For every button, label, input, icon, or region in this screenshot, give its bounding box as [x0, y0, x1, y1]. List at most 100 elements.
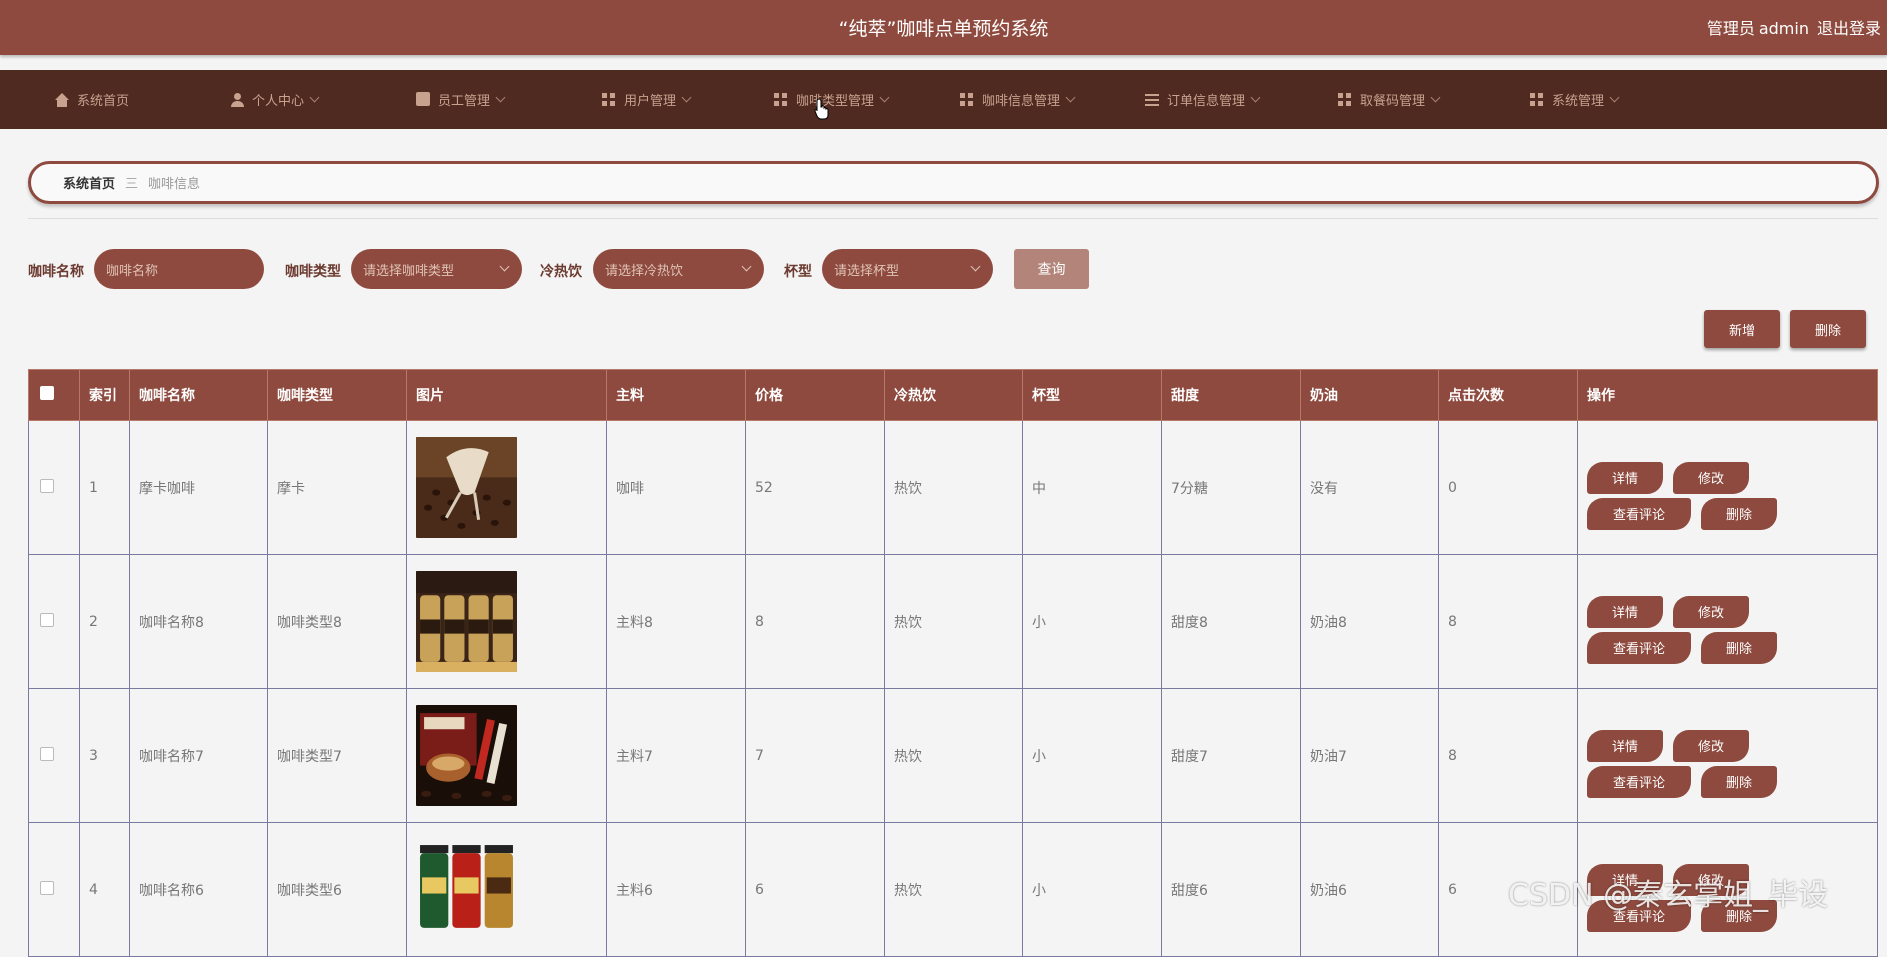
nav-item-coffee-info[interactable]: 咖啡信息管理	[960, 70, 1076, 129]
row-actions: 详情 修改 查看评论 删除	[1587, 448, 1876, 530]
column-header: 点击次数	[1438, 369, 1578, 421]
user-area: 管理员 admin 退出登录	[1699, 15, 1881, 39]
row-checkbox[interactable]	[40, 478, 54, 493]
chevron-down-icon	[1065, 92, 1076, 103]
query-button[interactable]: 查询	[1014, 249, 1089, 289]
edit-button[interactable]: 修改	[1673, 729, 1749, 762]
cup-filter-label: 杯型	[784, 264, 812, 280]
main-nav: 系统首页 个人中心 员工管理 用户管理 咖啡类型管理 咖啡信息管理 订单信息管理…	[0, 70, 1887, 129]
column-header: 图片	[406, 369, 607, 421]
nav-label: 咖啡类型管理	[796, 94, 875, 109]
breadcrumb-home[interactable]: 系统首页	[63, 173, 115, 192]
add-button[interactable]: 新增	[1704, 310, 1780, 348]
type-select-placeholder: 请选择咖啡类型	[363, 263, 455, 279]
cup-select[interactable]: 请选择杯型	[822, 249, 993, 289]
row-checkbox[interactable]	[40, 612, 54, 627]
chevron-down-icon	[879, 92, 890, 103]
cell-type: 咖啡类型8	[267, 554, 407, 689]
cell-ops: 详情 修改 查看评论 删除	[1577, 688, 1878, 823]
view-comments-button[interactable]: 查看评论	[1587, 631, 1691, 664]
home-icon	[55, 92, 69, 107]
cell-cup: 小	[1022, 822, 1162, 957]
nav-item-pickup-code[interactable]: 取餐码管理	[1338, 70, 1441, 129]
column-header: 价格	[745, 369, 885, 421]
column-header: 咖啡类型	[267, 369, 407, 421]
temp-select-placeholder: 请选择冷热饮	[605, 263, 684, 279]
cup-select-placeholder: 请选择杯型	[834, 263, 900, 279]
view-comments-button[interactable]: 查看评论	[1587, 497, 1691, 530]
cell-cream: 奶油8	[1300, 554, 1439, 689]
edit-button[interactable]: 修改	[1673, 461, 1749, 494]
row-checkbox[interactable]	[40, 880, 54, 895]
nav-item-system[interactable]: 系统管理	[1530, 70, 1620, 129]
nav-item-profile[interactable]: 个人中心	[230, 70, 320, 129]
column-header: 索引	[79, 369, 130, 421]
edit-button[interactable]: 修改	[1673, 595, 1749, 628]
type-filter-label: 咖啡类型	[285, 264, 341, 280]
detail-button[interactable]: 详情	[1587, 595, 1663, 628]
cell-temp: 热饮	[884, 688, 1023, 823]
nav-label: 用户管理	[624, 94, 677, 109]
cell-price: 6	[745, 822, 885, 957]
row-actions: 详情 修改 查看评论 删除	[1587, 716, 1876, 798]
cell-main: 主料6	[606, 822, 746, 957]
name-filter-label: 咖啡名称	[28, 264, 84, 280]
nav-label: 个人中心	[252, 94, 305, 109]
cell-index: 3	[79, 688, 130, 823]
nav-item-users[interactable]: 用户管理	[602, 70, 692, 129]
name-search-input[interactable]: 咖啡名称	[94, 249, 264, 289]
delete-button[interactable]: 删除	[1701, 497, 1777, 530]
delete-button[interactable]: 删除	[1701, 765, 1777, 798]
divider	[28, 218, 1878, 219]
chevron-down-icon	[1609, 92, 1620, 103]
table-row: 2 咖啡名称8 咖啡类型8 主料8 8 热饮 小 甜度8 奶油8 8 详情 修改…	[28, 554, 1878, 689]
chevron-down-icon	[495, 92, 506, 103]
column-header: 主料	[606, 369, 746, 421]
type-select[interactable]: 请选择咖啡类型	[351, 249, 522, 289]
cell-name: 咖啡名称7	[129, 688, 268, 823]
temp-filter-label: 冷热饮	[540, 264, 582, 280]
cell-main: 主料7	[606, 688, 746, 823]
cell-clicks: 8	[1438, 688, 1578, 823]
chevron-down-icon	[741, 261, 752, 272]
cell-temp: 热饮	[884, 420, 1023, 555]
nav-item-staff[interactable]: 员工管理	[416, 70, 506, 129]
cell-clicks: 0	[1438, 420, 1578, 555]
coffee-image	[416, 571, 517, 672]
row-actions: 详情 修改 查看评论 删除	[1587, 582, 1876, 664]
nav-item-home[interactable]: 系统首页	[55, 70, 129, 129]
bulk-delete-button[interactable]: 删除	[1790, 310, 1866, 348]
select-all-checkbox[interactable]	[40, 386, 54, 400]
nav-item-orders[interactable]: 订单信息管理	[1145, 70, 1261, 129]
watermark: CSDN @秦玄掌姐_毕设	[1508, 878, 1829, 913]
cell-cream: 奶油6	[1300, 822, 1439, 957]
logout-link[interactable]: 退出登录	[1817, 19, 1881, 38]
nav-item-coffee-type[interactable]: 咖啡类型管理	[774, 70, 890, 129]
cell-temp: 热饮	[884, 554, 1023, 689]
cell-index: 2	[79, 554, 130, 689]
select-all-cell	[28, 369, 80, 421]
detail-button[interactable]: 详情	[1587, 461, 1663, 494]
cell-price: 8	[745, 554, 885, 689]
view-comments-button[interactable]: 查看评论	[1587, 765, 1691, 798]
cell-clicks: 8	[1438, 554, 1578, 689]
nav-label: 咖啡信息管理	[982, 94, 1061, 109]
row-select-cell	[28, 554, 80, 689]
column-header: 操作	[1577, 369, 1878, 421]
cell-main: 咖啡	[606, 420, 746, 555]
cell-name: 摩卡咖啡	[129, 420, 268, 555]
cell-image	[406, 554, 607, 689]
delete-button[interactable]: 删除	[1701, 631, 1777, 664]
app-title: “纯萃”咖啡点单预约系统	[838, 18, 1049, 40]
cell-type: 咖啡类型6	[267, 822, 407, 957]
list-icon	[1145, 92, 1159, 107]
column-header: 咖啡名称	[129, 369, 268, 421]
username: admin	[1758, 19, 1809, 38]
coffee-image	[416, 437, 517, 538]
temp-select[interactable]: 请选择冷热饮	[593, 249, 764, 289]
nav-label: 员工管理	[438, 94, 491, 109]
row-checkbox[interactable]	[40, 746, 54, 761]
chevron-down-icon	[970, 261, 981, 272]
detail-button[interactable]: 详情	[1587, 729, 1663, 762]
grid-icon	[960, 92, 974, 107]
